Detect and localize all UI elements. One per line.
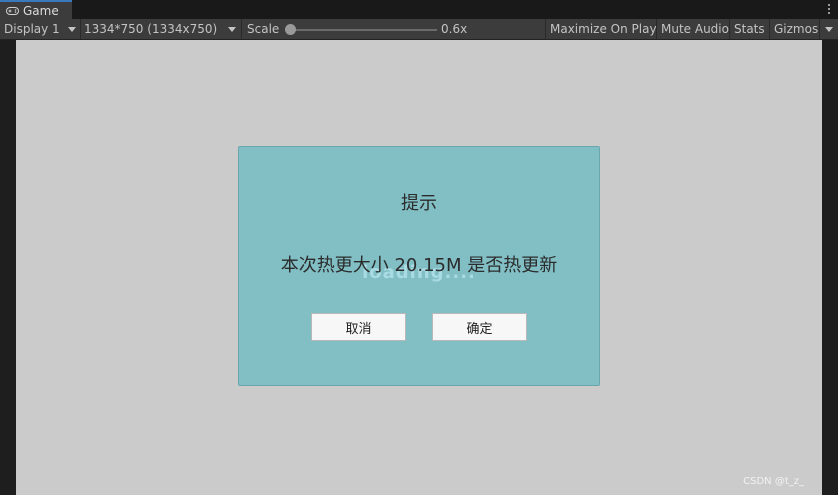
watermark: CSDN @t_z_ xyxy=(743,476,804,487)
display-dropdown[interactable]: Display 1 xyxy=(0,19,80,39)
hot-update-dialog: loading.... 提示 本次热更大小 20.15M 是否热更新 取消 确定 xyxy=(238,146,600,386)
unity-game-window: Game Display 1 1334*750 (1334x750) Scale… xyxy=(0,0,838,495)
tab-bar: Game xyxy=(0,0,838,19)
confirm-button-label: 确定 xyxy=(466,321,493,337)
scale-value-text: 0.6x xyxy=(441,22,468,36)
scale-slider-handle[interactable] xyxy=(285,24,296,35)
maximize-on-play-label: Maximize On Play xyxy=(550,22,657,36)
chevron-down-icon xyxy=(68,27,76,32)
mute-audio-button[interactable]: Mute Audio xyxy=(656,19,729,39)
resolution-dropdown-label: 1334*750 (1334x750) xyxy=(84,22,218,36)
resolution-dropdown[interactable]: 1334*750 (1334x750) xyxy=(81,19,241,39)
chevron-down-icon xyxy=(228,27,236,32)
chevron-down-icon xyxy=(825,27,833,32)
gamepad-icon xyxy=(6,6,19,15)
separator xyxy=(241,19,242,39)
gizmos-button[interactable]: Gizmos xyxy=(769,19,819,39)
cancel-button-label: 取消 xyxy=(345,321,372,337)
stats-label: Stats xyxy=(734,22,765,36)
more-options-icon[interactable] xyxy=(827,3,831,15)
scale-label-text: Scale xyxy=(247,22,280,36)
confirm-button[interactable]: 确定 xyxy=(432,313,527,341)
mute-audio-label: Mute Audio xyxy=(661,22,729,36)
tab-game[interactable]: Game xyxy=(0,0,72,19)
gizmos-label: Gizmos xyxy=(774,22,819,36)
scale-value: 0.6x xyxy=(441,19,467,39)
cancel-button[interactable]: 取消 xyxy=(311,313,406,341)
scale-label: Scale xyxy=(247,19,279,39)
viewport-letterbox-left xyxy=(0,40,16,495)
viewport-letterbox-right xyxy=(822,40,838,495)
scale-slider-track[interactable] xyxy=(291,29,437,31)
dialog-title: 提示 xyxy=(401,193,437,214)
maximize-on-play-button[interactable]: Maximize On Play xyxy=(545,19,657,39)
display-dropdown-label: Display 1 xyxy=(4,22,60,36)
gizmos-dropdown[interactable] xyxy=(819,19,838,39)
tab-game-label: Game xyxy=(23,3,59,18)
dialog-message: 本次热更大小 20.15M 是否热更新 xyxy=(280,255,558,276)
stats-button[interactable]: Stats xyxy=(729,19,769,39)
